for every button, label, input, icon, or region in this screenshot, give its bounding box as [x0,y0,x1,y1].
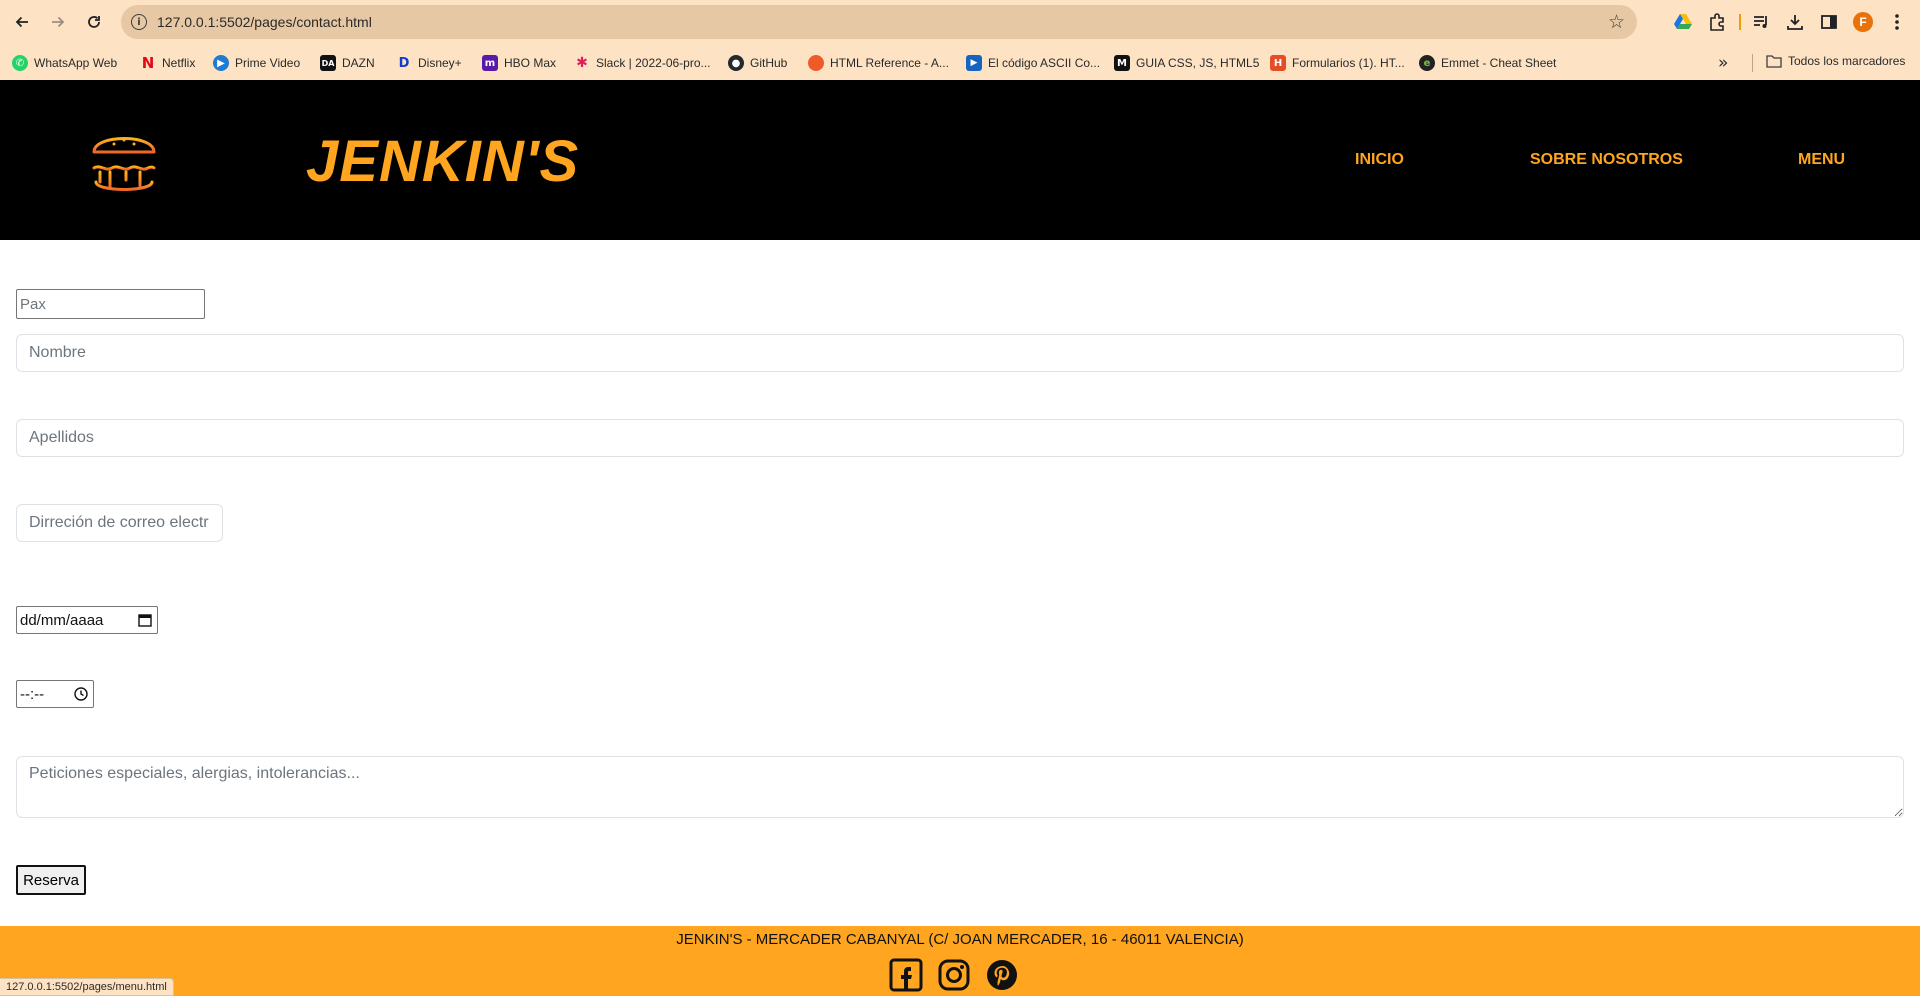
bookmark-github[interactable]: ● GitHub [728,54,787,72]
bookmark-label: Prime Video [235,56,301,70]
site-info-icon[interactable]: i [131,14,147,30]
status-link-tooltip: 127.0.0.1:5502/pages/menu.html [0,978,174,996]
bookmarks-bar: ✆ WhatsApp Web N Netflix ▶ Prime Video D… [0,44,1920,80]
bookmark-label: Formularios (1). HT... [1292,56,1405,70]
email-input[interactable] [16,504,223,542]
brand-title[interactable]: JENKIN'S [306,128,579,195]
bookmark-label: HTML Reference - A... [830,56,949,70]
profile-avatar[interactable]: F [1852,11,1874,33]
side-panel-icon[interactable] [1818,11,1840,33]
browser-menu-icon[interactable] [1886,11,1908,33]
more-bookmarks-chevron-icon[interactable]: » [1718,53,1728,73]
toolbar-separator [1739,14,1741,30]
browser-toolbar: i 127.0.0.1:5502/pages/contact.html ☆ F [0,0,1920,44]
bookmark-label: WhatsApp Web [34,56,118,70]
facebook-icon[interactable] [889,958,923,992]
forward-button[interactable] [46,10,70,34]
reservation-form: dd/mm/aaaa --:-- Reserva [0,240,1920,926]
bookmark-formularios[interactable]: H Formularios (1). HT... [1270,54,1405,72]
reserva-button[interactable]: Reserva [16,865,86,895]
pax-input[interactable] [16,289,205,319]
apellidos-input[interactable] [16,419,1904,457]
bookmark-prime-video[interactable]: ▶ Prime Video [213,54,300,72]
date-value: dd/mm/aaaa [20,611,104,629]
address-bar[interactable]: i 127.0.0.1:5502/pages/contact.html ☆ [121,5,1637,39]
hbo-max-icon: m [482,55,498,71]
nav-menu[interactable]: MENU [1798,151,1845,169]
reload-icon [88,16,100,28]
arrow-right-icon [52,16,65,28]
url-text: 127.0.0.1:5502/pages/contact.html [157,14,372,30]
bookmark-netflix[interactable]: N Netflix [140,54,196,72]
html-reference-icon [808,55,824,71]
back-button[interactable] [10,10,34,34]
bookmark-disney[interactable]: D Disney+ [396,54,462,72]
footer-address: JENKIN'S - MERCADER CABANYAL (C/ JOAN ME… [676,931,1244,948]
nav-sobre-nosotros[interactable]: SOBRE NOSOTROS [1530,151,1683,169]
bookmark-guia[interactable]: M GUIA CSS, JS, HTML5 [1114,54,1259,72]
clock-icon[interactable] [74,687,88,701]
folder-icon [1766,55,1782,68]
all-bookmarks-label: Todos los marcadores [1788,54,1906,68]
disney-icon: D [398,55,410,71]
instagram-icon[interactable] [937,958,971,992]
bookmark-ascii[interactable]: ▶ El código ASCII Co... [966,54,1100,72]
burger-logo-icon[interactable] [84,120,164,200]
toolbar-icons: F [1640,0,1920,44]
bookmark-label: HBO Max [504,56,557,70]
all-bookmarks-button[interactable]: Todos los marcadores [1766,54,1905,68]
downloads-icon[interactable] [1784,11,1806,33]
emmet-icon: e [1419,55,1435,71]
slack-icon: ✱ [576,55,588,71]
prime-video-icon: ▶ [213,55,229,71]
bookmark-slack[interactable]: ✱ Slack | 2022-06-pro... [574,54,711,72]
bookmark-label: GUIA CSS, JS, HTML5 [1136,56,1260,70]
netflix-icon: N [141,54,155,72]
site-footer: JENKIN'S - MERCADER CABANYAL (C/ JOAN ME… [0,926,1920,996]
nav-inicio[interactable]: INICIO [1355,151,1404,169]
guia-icon: M [1114,55,1130,71]
bookmark-whatsapp[interactable]: ✆ WhatsApp Web [12,54,117,72]
bookmarks-separator [1752,54,1753,72]
nombre-input[interactable] [16,334,1904,372]
site-header: JENKIN'S INICIO SOBRE NOSOTROS MENU [0,80,1920,240]
time-value: --:-- [20,685,45,703]
bookmark-label: GitHub [750,56,788,70]
google-drive-icon[interactable] [1672,11,1694,33]
bookmark-star-icon[interactable]: ☆ [1608,11,1625,34]
avatar: F [1853,12,1873,32]
media-control-icon[interactable] [1750,11,1772,33]
bookmark-emmet[interactable]: e Emmet - Cheat Sheet [1419,54,1556,72]
time-input[interactable]: --:-- [16,680,94,708]
dazn-icon: DA [320,55,336,71]
calendar-icon[interactable] [138,613,152,627]
bookmark-hbo-max[interactable]: m HBO Max [482,54,556,72]
bookmark-label: DAZN [342,56,375,70]
extensions-icon[interactable] [1706,11,1728,33]
ascii-icon: ▶ [966,55,982,71]
pinterest-icon[interactable] [985,958,1019,992]
bookmark-html-reference[interactable]: HTML Reference - A... [808,54,949,72]
bookmark-label: Slack | 2022-06-pro... [596,56,711,70]
reload-button[interactable] [82,10,106,34]
bookmark-label: Disney+ [418,56,462,70]
bookmark-dazn[interactable]: DA DAZN [320,54,375,72]
arrow-left-icon [15,16,28,28]
date-input[interactable]: dd/mm/aaaa [16,606,158,634]
bookmark-label: Emmet - Cheat Sheet [1441,56,1557,70]
whatsapp-icon: ✆ [12,55,28,71]
github-icon: ● [728,55,744,71]
html5-icon: H [1270,55,1286,71]
bookmark-label: El código ASCII Co... [988,56,1101,70]
bookmark-label: Netflix [162,56,196,70]
peticiones-textarea[interactable] [16,756,1904,818]
